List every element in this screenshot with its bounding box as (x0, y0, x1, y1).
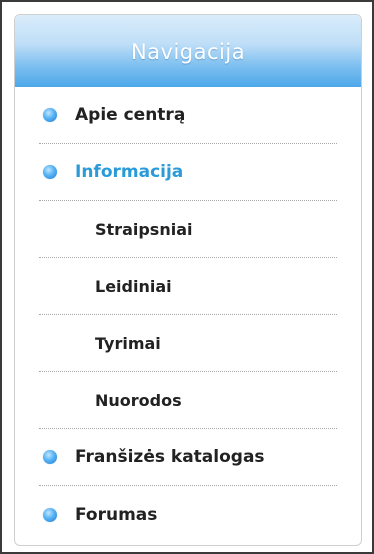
nav-item-fransizes-katalogas[interactable]: Franšizės katalogas (39, 429, 337, 486)
nav-item-apie-centra[interactable]: Apie centrą (39, 87, 337, 144)
subnav-item-straipsniai[interactable]: Straipsniai (39, 201, 337, 258)
navigation-header: Navigacija (15, 15, 361, 87)
subnav-item-label: Straipsniai (95, 219, 193, 239)
nav-item-label: Franšizės katalogas (75, 447, 265, 467)
subnav-item-label: Nuorodos (95, 390, 182, 410)
bullet-icon (43, 507, 57, 522)
bullet-icon (43, 450, 57, 464)
nav-item-forumas[interactable]: Forumas (39, 486, 337, 543)
subnav-item-nuorodos[interactable]: Nuorodos (39, 372, 337, 429)
bullet-icon (43, 165, 57, 179)
outer-frame: Navigacija Apie centrą Informacija Strai… (0, 0, 374, 554)
subnav-item-tyrimai[interactable]: Tyrimai (39, 315, 337, 372)
nav-item-informacija[interactable]: Informacija (39, 144, 337, 201)
subnav-item-label: Tyrimai (95, 333, 161, 353)
subnav-item-leidiniai[interactable]: Leidiniai (39, 258, 337, 315)
nav-item-label: Informacija (75, 162, 184, 182)
nav-item-label: Apie centrą (75, 105, 186, 125)
subnav-item-label: Leidiniai (95, 276, 172, 296)
navigation-title: Navigacija (130, 40, 246, 64)
nav-item-label: Forumas (75, 504, 158, 525)
bullet-icon (43, 108, 57, 122)
navigation-menu: Apie centrą Informacija Straipsniai Leid… (15, 87, 361, 543)
navigation-panel: Navigacija Apie centrą Informacija Strai… (14, 14, 362, 546)
